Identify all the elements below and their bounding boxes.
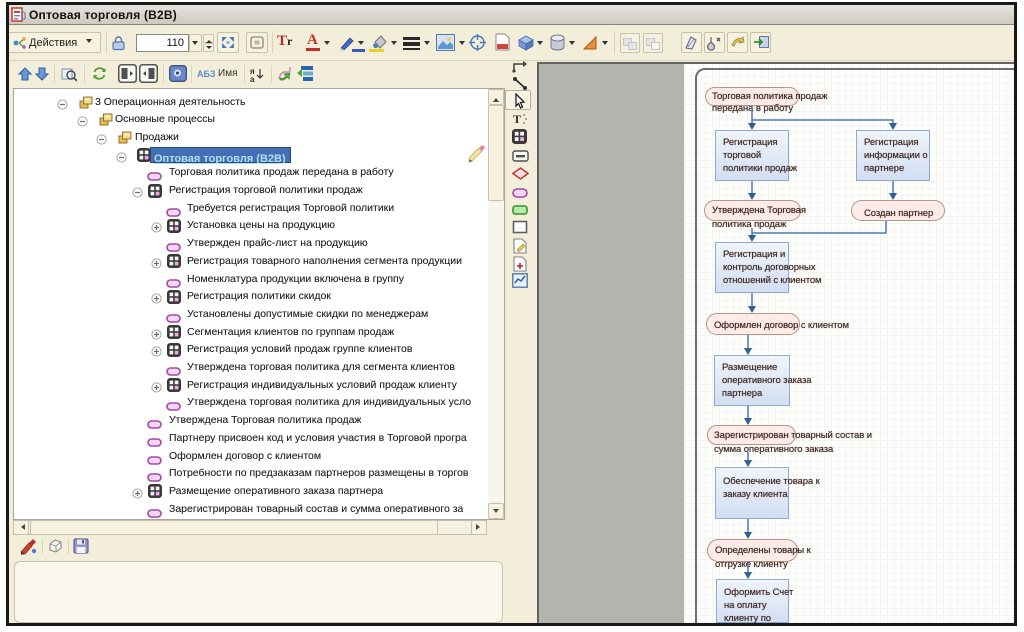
svg-text:а: а [250, 75, 255, 82]
svg-text:T: T [513, 112, 521, 126]
